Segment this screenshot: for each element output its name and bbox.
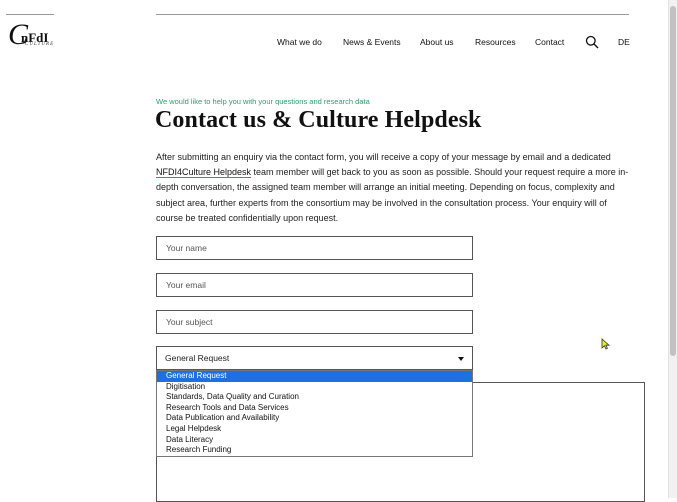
scrollbar-thumb[interactable] xyxy=(670,6,676,356)
search-icon[interactable] xyxy=(585,35,599,49)
topic-option[interactable]: Legal Helpdesk xyxy=(157,424,472,435)
logo-subtext: CULTURE xyxy=(25,42,55,47)
page-scrollbar[interactable] xyxy=(668,0,677,498)
mouse-cursor-icon xyxy=(601,337,611,350)
nav-item-about-us[interactable]: About us xyxy=(420,37,454,49)
header-rule-left xyxy=(6,14,54,15)
email-field[interactable]: Your email xyxy=(156,273,473,297)
topic-dropdown-list: General Request Digitisation Standards, … xyxy=(156,370,473,457)
nav-item-news-events[interactable]: News & Events xyxy=(343,37,401,49)
topic-option[interactable]: Digitisation xyxy=(157,382,472,393)
nav-item-contact[interactable]: Contact xyxy=(535,37,564,49)
subject-placeholder: Your subject xyxy=(166,317,213,327)
topic-option[interactable]: Data Publication and Availability xyxy=(157,413,472,424)
chevron-down-icon xyxy=(458,357,464,361)
topic-option[interactable]: Research Tools and Data Services xyxy=(157,403,472,414)
subject-field[interactable]: Your subject xyxy=(156,310,473,334)
email-placeholder: Your email xyxy=(166,280,206,290)
name-field[interactable]: Your name xyxy=(156,236,473,260)
topic-option[interactable]: Standards, Data Quality and Curation xyxy=(157,392,472,403)
site-logo[interactable]: C nFdI CULTURE xyxy=(8,20,56,50)
header-rule-right xyxy=(156,14,629,15)
topic-selected-value: General Request xyxy=(165,353,230,363)
page-title: Contact us & Culture Helpdesk xyxy=(155,107,482,133)
page-eyebrow: We would like to help you with your ques… xyxy=(156,97,370,106)
topic-select[interactable]: General Request xyxy=(156,346,473,370)
intro-paragraph: After submitting an enquiry via the cont… xyxy=(156,150,636,226)
intro-text-start: After submitting an enquiry via the cont… xyxy=(156,152,611,162)
topic-option[interactable]: Data Literacy xyxy=(157,435,472,446)
topic-option[interactable]: General Request xyxy=(157,371,472,382)
helpdesk-link[interactable]: NFDI4Culture Helpdesk xyxy=(156,167,252,179)
page: C nFdI CULTURE What we do News & Events … xyxy=(0,0,668,502)
language-switch[interactable]: DE xyxy=(618,37,630,47)
nav-item-what-we-do[interactable]: What we do xyxy=(277,37,322,49)
name-placeholder: Your name xyxy=(166,243,207,253)
topic-option[interactable]: Research Funding xyxy=(157,445,472,456)
nav-item-resources[interactable]: Resources xyxy=(475,37,516,49)
